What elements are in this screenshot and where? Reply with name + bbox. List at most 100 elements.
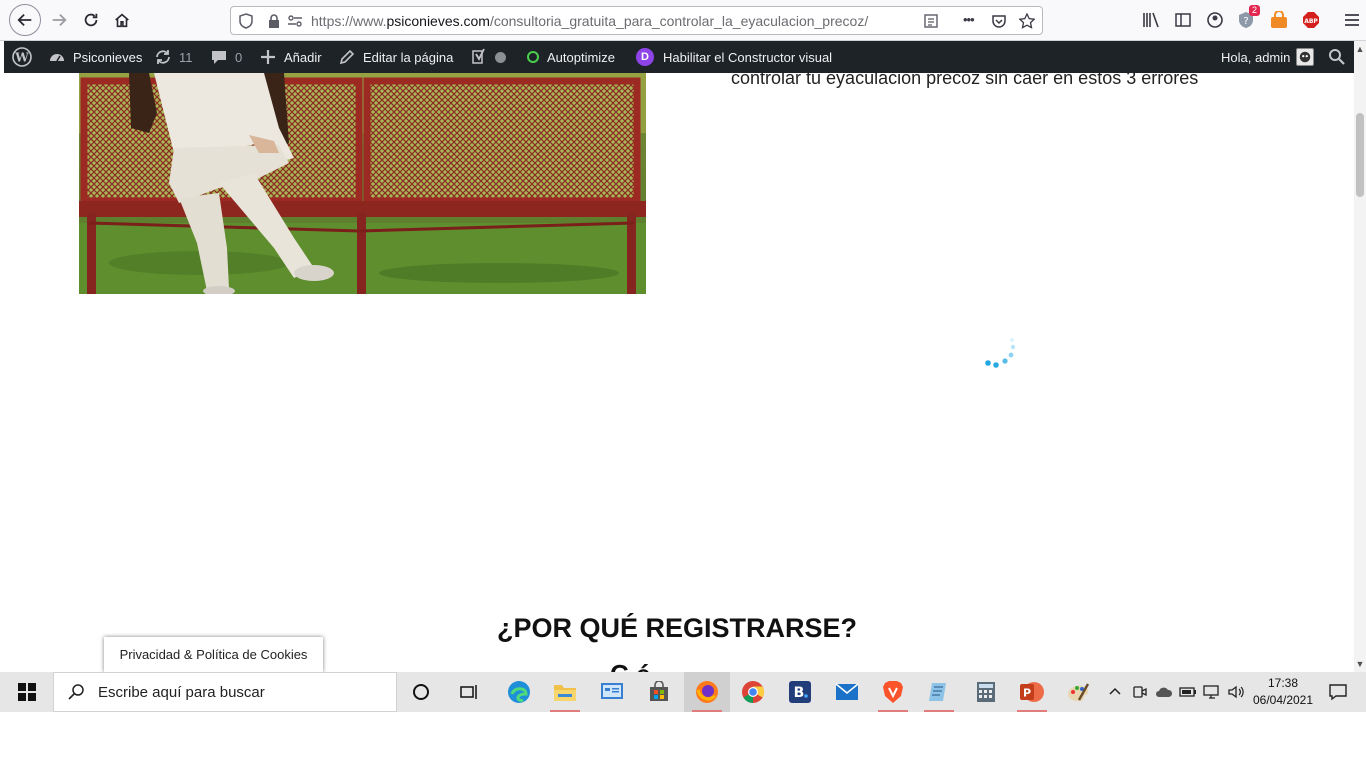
autoptimize-status-icon [527, 51, 539, 63]
taskbar-clock[interactable]: 17:38 06/04/2021 [1248, 675, 1318, 709]
hero-heading-text: controlar tu eyaculación precoz sin caer… [731, 73, 1199, 88]
page-actions-menu[interactable]: ••• [963, 12, 975, 27]
taskbar-search-box[interactable]: Escribe aquí para buscar [53, 672, 397, 712]
dashboard-icon [50, 54, 64, 62]
autoptimize-menu[interactable]: Autoptimize [527, 41, 615, 73]
taskbar-store[interactable] [636, 672, 682, 712]
woman-on-bench-photo [79, 73, 646, 294]
url-bar[interactable]: https://www.psiconieves.com/consultoria_… [230, 6, 1043, 35]
extension-lock-icon[interactable] [1270, 11, 1288, 29]
taskbar-mail[interactable] [824, 672, 870, 712]
updates-count: 11 [179, 49, 193, 65]
pencil-icon [339, 49, 355, 65]
start-button[interactable] [0, 672, 53, 712]
url-prefix: https://www. [311, 13, 387, 29]
taskbar-chrome[interactable] [730, 672, 776, 712]
home-icon [115, 13, 129, 28]
partial-subheading: C é [610, 659, 650, 672]
scroll-thumb[interactable] [1356, 113, 1364, 197]
firefox-icon [696, 681, 718, 703]
comments-menu[interactable]: 0 [210, 41, 242, 73]
taskbar-paint[interactable] [1055, 672, 1101, 712]
forward-button[interactable] [44, 5, 74, 35]
reload-button[interactable] [76, 5, 106, 35]
account-icon[interactable] [1206, 11, 1224, 29]
taskbar-file-explorer[interactable] [542, 672, 588, 712]
tray-battery[interactable] [1179, 672, 1197, 712]
permissions-icon[interactable] [287, 13, 303, 29]
home-button[interactable] [107, 5, 137, 35]
sidebar-icon[interactable] [1174, 11, 1192, 29]
edit-page-link[interactable]: Editar la página [338, 41, 453, 73]
tray-volume[interactable] [1227, 672, 1245, 712]
scroll-down-arrow[interactable]: ▼ [1354, 658, 1366, 670]
yoast-menu[interactable] [470, 41, 506, 73]
reader-view-icon[interactable] [923, 13, 939, 29]
calculator-icon [977, 682, 995, 702]
taskbar-edge[interactable] [496, 672, 542, 712]
chrome-icon [742, 681, 764, 703]
network-icon [1203, 685, 1219, 699]
edit-page-label: Editar la página [363, 49, 454, 65]
lock-icon[interactable] [266, 13, 282, 29]
action-center-button[interactable] [1328, 672, 1348, 712]
visual-builder-label: Habilitar el Constructor visual [663, 49, 833, 65]
loading-spinner-icon [985, 338, 1016, 368]
cookie-policy-tab[interactable]: Privacidad & Política de Cookies [104, 637, 323, 672]
cortana-button[interactable] [398, 672, 444, 712]
wp-logo-menu[interactable]: W [12, 41, 39, 73]
show-hidden-icons-button[interactable] [1108, 672, 1122, 712]
divi-logo-icon: D [636, 48, 654, 66]
booking-icon: B [789, 681, 811, 703]
my-account-menu[interactable]: Hola, admin [1221, 41, 1315, 73]
paint-icon [1068, 683, 1090, 702]
comment-icon [212, 51, 226, 64]
pocket-icon[interactable] [991, 13, 1007, 29]
notification-icon [1329, 684, 1347, 701]
search-icon [68, 684, 84, 700]
store-icon [650, 681, 668, 701]
autoptimize-label: Autoptimize [547, 49, 615, 65]
clock-date: 06/04/2021 [1252, 693, 1314, 707]
search-icon [1329, 49, 1345, 65]
taskbar-brave[interactable] [870, 672, 916, 712]
browser-toolbar: https://www.psiconieves.com/consultoria_… [0, 0, 1366, 41]
task-view-icon [460, 685, 477, 699]
notification-badge: 2 [1249, 5, 1261, 16]
enable-visual-builder-link[interactable]: D Habilitar el Constructor visual [636, 41, 832, 73]
task-view-button[interactable] [446, 672, 492, 712]
seo-status-dot [495, 51, 506, 63]
taskbar-search-placeholder: Escribe aquí para buscar [98, 683, 265, 701]
hamburger-menu-icon[interactable] [1343, 11, 1361, 29]
blank-area-below-screen [0, 712, 1366, 768]
scroll-up-arrow[interactable]: ▲ [1354, 43, 1366, 55]
comments-count: 0 [235, 49, 243, 65]
updates-menu[interactable]: 11 [154, 41, 193, 73]
arrow-left-icon [17, 13, 32, 27]
adblock-plus-icon[interactable]: ABP [1302, 11, 1320, 29]
tray-meet-now[interactable] [1132, 672, 1148, 712]
taskbar-calculator[interactable] [963, 672, 1009, 712]
tray-onedrive[interactable] [1155, 672, 1173, 712]
taskbar-powerpoint[interactable]: P [1009, 672, 1055, 712]
chevron-up-icon [1109, 687, 1121, 695]
avatar [1296, 48, 1315, 66]
speaker-icon [1228, 685, 1244, 699]
brave-icon [883, 681, 903, 703]
admin-search-button[interactable] [1328, 41, 1353, 73]
site-name: Psiconieves [73, 49, 143, 65]
url-text[interactable]: https://www.psiconieves.com/consultoria_… [311, 13, 868, 29]
page-scrollbar[interactable]: ▲ ▼ [1354, 41, 1366, 672]
bookmark-star-icon[interactable] [1019, 13, 1035, 29]
taskbar-notepad[interactable] [916, 672, 962, 712]
new-content-menu[interactable]: Añadir [259, 41, 322, 73]
taskbar-firefox[interactable] [684, 672, 730, 712]
tray-network[interactable] [1203, 672, 1221, 712]
taskbar-control-panel[interactable] [589, 672, 635, 712]
clock-time: 17:38 [1267, 676, 1299, 690]
taskbar-booking[interactable]: B [777, 672, 823, 712]
site-name-menu[interactable]: Psiconieves [48, 41, 142, 73]
shield-icon[interactable] [238, 13, 254, 29]
back-button[interactable] [9, 4, 41, 36]
library-icon[interactable] [1142, 11, 1160, 29]
